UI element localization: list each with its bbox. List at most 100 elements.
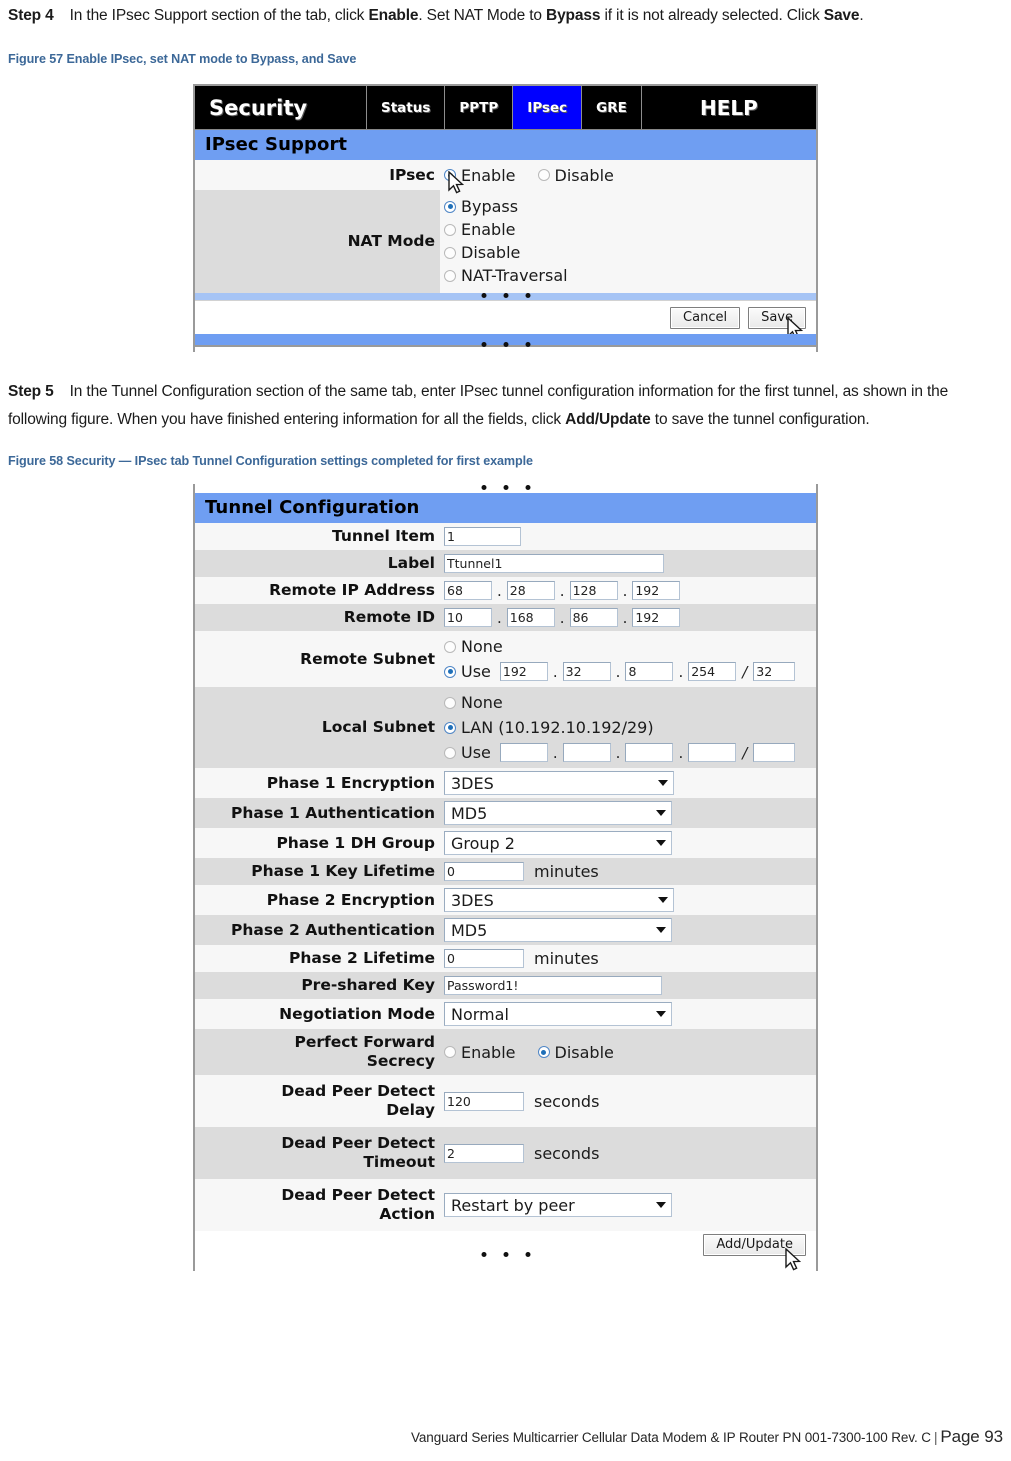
pfs-enable-option[interactable]: Enable (444, 1043, 516, 1062)
perfect-forward-secrecy-label: Perfect Forward Secrecy (195, 1029, 440, 1075)
ipsec-disable-radio[interactable] (537, 169, 550, 181)
remote-id-octet-3[interactable] (569, 608, 618, 627)
phase1-auth-selected: MD5 (451, 803, 488, 823)
pfs-enable-radio[interactable] (444, 1046, 456, 1058)
dpd-timeout-input[interactable] (444, 1143, 524, 1163)
nat-mode-disable-radio[interactable] (444, 246, 456, 259)
remote-subnet-mask[interactable] (753, 662, 796, 681)
nat-mode-nat-traversal-radio[interactable] (444, 269, 456, 282)
tunnel-configuration-screenshot: Tunnel Configuration Tunnel Item Label R… (193, 484, 818, 1271)
remote-id-octet-4[interactable] (632, 608, 681, 627)
local-subnet-mask[interactable] (753, 743, 796, 762)
phase2-lifetime-row: Phase 2 Lifetime minutes (195, 945, 816, 972)
phase1-key-lifetime-input[interactable] (444, 862, 524, 881)
local-subnet-lan-option[interactable]: LAN (10.192.10.192/29) (444, 716, 654, 739)
octet-dot: . (497, 581, 502, 600)
nat-mode-enable-radio[interactable] (444, 223, 456, 236)
nav-tab-help[interactable]: HELP (641, 86, 816, 129)
figure-57-caption: Figure 57 Enable IPsec, set NAT mode to … (8, 52, 357, 66)
preshared-key-input[interactable] (444, 976, 662, 995)
nav-tab-pptp[interactable]: PPTP (445, 86, 514, 129)
nav-tab-gre[interactable]: GRE (582, 86, 642, 129)
local-subnet-octet-3[interactable] (625, 743, 674, 762)
dpd-action-label: Dead Peer Detect Action (195, 1179, 440, 1231)
dpd-delay-input[interactable] (444, 1091, 524, 1111)
phase2-auth-select[interactable]: MD5 (444, 918, 672, 942)
footer-page-number: Page 93 (940, 1427, 1003, 1446)
step-5-text-b: to save the tunnel configuration. (650, 411, 870, 428)
local-subnet-octet-1[interactable] (499, 743, 548, 762)
pfs-disable-radio[interactable] (537, 1046, 550, 1058)
phase2-encryption-value: 3DES (440, 885, 816, 915)
tunnel-item-row: Tunnel Item (195, 523, 816, 550)
phase2-auth-value: MD5 (440, 915, 816, 945)
save-button[interactable]: Save (748, 306, 806, 329)
local-subnet-use-radio[interactable] (444, 746, 456, 759)
step-4-label: Step 4 (8, 7, 54, 24)
phase1-encryption-row: Phase 1 Encryption 3DES (195, 768, 816, 798)
remote-ip-octet-4[interactable] (632, 581, 681, 600)
nat-mode-disable-option[interactable]: Disable (444, 241, 520, 264)
tunnel-item-label: Tunnel Item (331, 527, 435, 545)
dpd-action-select[interactable]: Restart by peer (444, 1193, 672, 1217)
local-subnet-none-radio[interactable] (444, 696, 456, 709)
remote-subnet-none-option[interactable]: None (444, 635, 503, 658)
remote-subnet-octet-1[interactable] (499, 662, 548, 681)
local-subnet-octet-2[interactable] (562, 743, 611, 762)
remote-subnet-octet-2[interactable] (562, 662, 611, 681)
phase2-encryption-select[interactable]: 3DES (444, 888, 674, 912)
remote-ip-octet-3[interactable] (569, 581, 618, 600)
negotiation-mode-select[interactable]: Normal (444, 1002, 672, 1026)
local-subnet-none-option[interactable]: None (444, 691, 503, 714)
remote-subnet-label: Remote Subnet (300, 649, 435, 668)
step-4-text-a: In the IPsec Support section of the tab,… (69, 7, 369, 24)
tunnel-label-input[interactable] (444, 554, 664, 573)
nat-mode-enable-option[interactable]: Enable (444, 218, 516, 241)
phase2-encryption-selected: 3DES (451, 890, 494, 910)
remote-subnet-use-radio[interactable] (444, 665, 456, 678)
remote-subnet-none-radio[interactable] (444, 640, 456, 653)
nat-mode-nat-traversal-option[interactable]: NAT-Traversal (444, 264, 568, 287)
ipsec-enable-radio[interactable] (444, 169, 456, 181)
tunnel-label-label: Label (387, 554, 435, 572)
remote-ip-octet-2[interactable] (506, 581, 555, 600)
chevron-down-icon (656, 1202, 666, 1208)
phase1-key-lifetime-unit: minutes (534, 862, 599, 881)
nav-tab-status[interactable]: Status (367, 86, 446, 129)
remote-id-octet-2[interactable] (506, 608, 555, 627)
local-subnet-octet-4[interactable] (688, 743, 737, 762)
remote-subnet-octet-3[interactable] (625, 662, 674, 681)
local-subnet-lan-radio[interactable] (444, 721, 456, 734)
phase1-dh-group-value: Group 2 (440, 828, 816, 858)
dpd-action-value: Restart by peer (440, 1179, 816, 1231)
local-subnet-none-label: None (461, 693, 503, 712)
nav-tab-ipsec-label: IPsec (527, 99, 568, 116)
nav-tab-security[interactable]: Security (195, 86, 367, 129)
phase1-encryption-select[interactable]: 3DES (444, 771, 674, 795)
remote-id-octet-1[interactable] (444, 608, 492, 627)
tunnel-item-input[interactable] (444, 527, 521, 546)
chevron-down-icon (658, 897, 668, 903)
phase2-lifetime-input[interactable] (444, 949, 524, 968)
step-4-bold-bypass: Bypass (546, 7, 601, 24)
remote-subnet-octet-4[interactable] (688, 662, 737, 681)
add-update-button[interactable]: Add/Update (703, 1234, 806, 1256)
ipsec-enable-radio-group[interactable]: Enable (444, 166, 516, 185)
perfect-forward-secrecy-value: Enable Disable (440, 1029, 816, 1075)
nat-mode-bypass-radio[interactable] (444, 200, 456, 213)
nav-tab-ipsec[interactable]: IPsec (513, 86, 583, 129)
ipsec-disable-radio-group[interactable]: Disable (537, 166, 614, 185)
pfs-disable-option[interactable]: Disable (537, 1043, 614, 1062)
local-subnet-use-option: Use . . . / (444, 741, 796, 764)
phase1-auth-select[interactable]: MD5 (444, 801, 672, 825)
nat-mode-bypass-option[interactable]: Bypass (444, 195, 518, 218)
dpd-timeout-label: Dead Peer Detect Timeout (195, 1127, 440, 1179)
dpd-delay-unit: seconds (534, 1091, 600, 1111)
phase1-dh-group-select[interactable]: Group 2 (444, 831, 672, 855)
negotiation-mode-selected: Normal (451, 1004, 509, 1024)
security-nav-tabs: Security Status PPTP IPsec GRE HELP (195, 86, 816, 130)
remote-ip-octet-1[interactable] (444, 581, 492, 600)
octet-dot: . (622, 581, 628, 600)
dpd-delay-label-line-2: Delay (386, 1101, 435, 1119)
cancel-button[interactable]: Cancel (670, 306, 741, 329)
